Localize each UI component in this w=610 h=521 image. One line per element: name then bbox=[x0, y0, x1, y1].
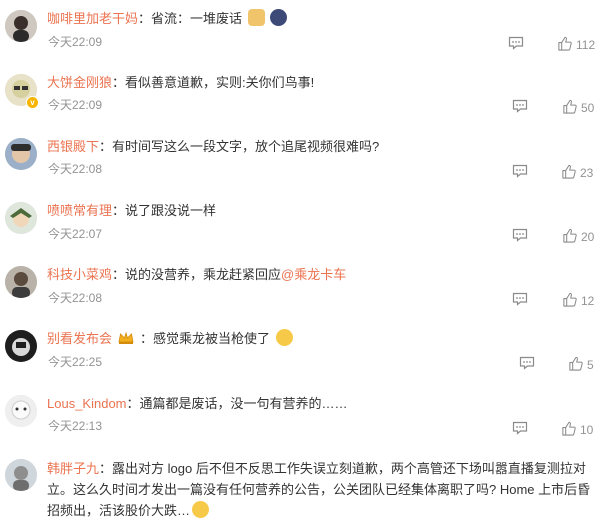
colon-separator: ： bbox=[112, 267, 126, 282]
like-count: 10 bbox=[580, 423, 594, 437]
comment-time: 今天22:25 bbox=[48, 355, 103, 369]
comment-username[interactable]: 大饼金刚狼 bbox=[47, 75, 112, 90]
doge-emoji-icon bbox=[247, 9, 265, 26]
skull-emoji-icon bbox=[270, 9, 288, 26]
colon-separator: ： bbox=[112, 75, 126, 90]
avatar[interactable] bbox=[5, 202, 37, 234]
comment-icon[interactable] bbox=[519, 356, 535, 370]
comment-text: 有时间写这么一段文字，放个追尾视频很难吗? bbox=[112, 139, 380, 154]
comment-username[interactable]: 喷喷常有理 bbox=[47, 203, 112, 218]
comment-time: 今天22:08 bbox=[48, 291, 103, 305]
comment-text: 说的没营养，乘龙赶紧回应 bbox=[125, 267, 282, 282]
comment-username[interactable]: 科技小菜鸡 bbox=[47, 267, 112, 282]
comment-text: 说了跟没说一样 bbox=[125, 203, 217, 218]
like-button[interactable]: 10 bbox=[561, 421, 593, 437]
colon-separator: ： bbox=[99, 461, 113, 476]
thumbs-up-icon bbox=[563, 292, 577, 307]
crown-icon bbox=[118, 331, 134, 344]
comment-username[interactable]: 咖啡里加老干妈 bbox=[47, 11, 138, 26]
like-button[interactable]: 50 bbox=[562, 99, 594, 115]
laughing-cry-emoji-icon bbox=[275, 329, 293, 346]
comment-username[interactable]: 西银殿下 bbox=[47, 139, 99, 154]
like-button[interactable]: 112 bbox=[557, 36, 595, 52]
like-button[interactable]: 5 bbox=[568, 356, 594, 372]
avatar[interactable] bbox=[5, 266, 37, 298]
like-count: 23 bbox=[580, 166, 594, 180]
thumbs-up-icon bbox=[562, 164, 576, 179]
like-count: 20 bbox=[581, 230, 595, 244]
comment-icon[interactable] bbox=[508, 36, 524, 50]
comment-text: 省流：一堆废话 bbox=[151, 11, 243, 26]
avatar[interactable] bbox=[5, 10, 37, 42]
smirk-emoji-icon bbox=[192, 501, 210, 518]
comment-username[interactable]: Lous_Kindom bbox=[47, 396, 127, 411]
comment-time: 今天22:09 bbox=[48, 35, 103, 49]
like-count: 112 bbox=[576, 38, 596, 52]
verified-badge-icon: v bbox=[26, 96, 39, 109]
colon-separator: ： bbox=[99, 139, 113, 154]
thumbs-up-icon bbox=[562, 421, 576, 436]
avatar[interactable] bbox=[5, 459, 37, 491]
comment-username[interactable]: 韩胖子九 bbox=[47, 461, 99, 476]
comment-username[interactable]: 别看发布会 bbox=[47, 331, 112, 346]
like-count: 5 bbox=[587, 358, 594, 372]
colon-separator: ： bbox=[112, 203, 126, 218]
avatar[interactable] bbox=[5, 330, 37, 362]
thumbs-up-icon bbox=[569, 356, 583, 371]
avatar[interactable] bbox=[5, 395, 37, 427]
comment-time: 今天22:09 bbox=[48, 98, 103, 112]
like-count: 50 bbox=[581, 101, 595, 115]
like-button[interactable]: 20 bbox=[562, 228, 594, 244]
comment-time: 今天22:08 bbox=[48, 162, 103, 176]
thumbs-up-icon bbox=[563, 99, 577, 114]
comment-text: 感觉乘龙被当枪使了 bbox=[153, 331, 271, 346]
thumbs-up-icon bbox=[558, 36, 572, 51]
comment-icon[interactable] bbox=[512, 292, 528, 306]
comment-time: 今天22:07 bbox=[48, 227, 103, 241]
comment-icon[interactable] bbox=[512, 421, 528, 435]
thumbs-up-icon bbox=[563, 228, 577, 243]
comment-icon[interactable] bbox=[512, 228, 528, 242]
colon-separator: ： bbox=[138, 11, 152, 26]
like-button[interactable]: 12 bbox=[562, 292, 594, 308]
like-button[interactable]: 23 bbox=[561, 164, 593, 180]
colon-separator: ： bbox=[140, 331, 154, 346]
avatar[interactable] bbox=[5, 138, 37, 170]
comment-time: 今天22:13 bbox=[48, 419, 103, 433]
comment-text: 通篇都是废话，没一句有营养的…… bbox=[139, 396, 348, 411]
mention-link[interactable]: @乘龙卡车 bbox=[281, 267, 346, 282]
comment-text: 看似善意道歉，实则:关你们鸟事! bbox=[125, 75, 315, 90]
comment-text: 露出对方 logo 后不但不反思工作失误立刻道歉，两个高管还下场叫嚣直播复测拉对… bbox=[47, 461, 591, 518]
comment-icon[interactable] bbox=[512, 164, 528, 178]
like-count: 12 bbox=[581, 294, 595, 308]
comment-icon[interactable] bbox=[512, 99, 528, 113]
colon-separator: ： bbox=[126, 396, 140, 411]
